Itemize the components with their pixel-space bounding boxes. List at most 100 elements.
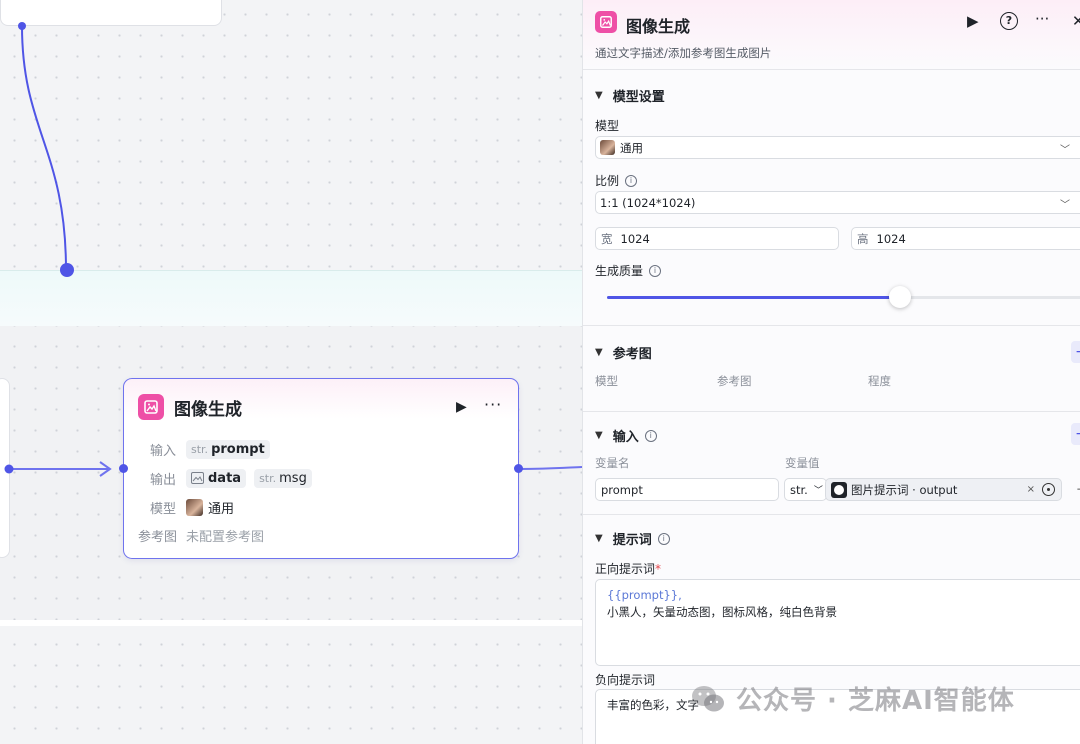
add-reference-button[interactable]: + xyxy=(1071,341,1080,363)
model-avatar xyxy=(186,498,203,516)
ref-col-image: 参考图 xyxy=(717,374,752,388)
wire-top xyxy=(21,25,67,271)
node-input-handle[interactable] xyxy=(119,464,128,473)
var-type-select[interactable]: str. ﹀ xyxy=(784,478,827,501)
node-ref-value: 未配置参考图 xyxy=(186,529,265,545)
chevron-down-icon: ▼ xyxy=(595,90,603,101)
chevron-down-icon: ﹀ xyxy=(813,486,823,496)
node-input-label: 输入 xyxy=(150,443,177,459)
quality-slider-fill xyxy=(607,296,900,299)
ratio-select-value: 1:1 (1024*1024) xyxy=(600,195,696,210)
info-icon[interactable]: i xyxy=(625,174,638,187)
positive-prompt-textarea[interactable]: {{prompt}}, 小黑人，矢量动态图，图标风格，纯白色背景 xyxy=(595,579,1080,666)
handle-top-out xyxy=(18,22,26,30)
node-config-panel: 图像生成 通过文字描述/添加参考图生成图片 ▶ ? ··· ✕ ▼ 模型设置 模型… xyxy=(582,0,1080,744)
negative-prompt-label: 负向提示词 xyxy=(595,673,656,687)
prompt-header[interactable]: ▼ 提示词 i xyxy=(595,529,670,548)
image-icon xyxy=(191,472,204,484)
node-more-button[interactable]: ··· xyxy=(484,395,502,414)
panel-description: 通过文字描述/添加参考图生成图片 xyxy=(595,46,772,60)
model-settings-header[interactable]: ▼ 模型设置 xyxy=(595,86,665,105)
connection-wires xyxy=(4,22,582,477)
wire-node-out xyxy=(519,466,582,470)
info-icon[interactable]: i xyxy=(657,532,670,545)
run-button[interactable]: ▶ xyxy=(967,12,979,30)
node-model-value: 通用 xyxy=(208,501,235,517)
close-button[interactable]: ✕ xyxy=(1072,12,1080,30)
input-var-name: prompt xyxy=(211,441,265,457)
var-name-input[interactable]: prompt xyxy=(595,478,779,501)
height-prefix: 高 xyxy=(857,231,869,246)
quality-label: 生成质量 i xyxy=(595,262,662,279)
quality-slider[interactable] xyxy=(607,286,1080,308)
help-icon[interactable]: ? xyxy=(1000,12,1018,30)
model-select[interactable]: 通用 ﹀ xyxy=(595,136,1080,159)
node-output-row: 输出 data str. msg xyxy=(138,467,320,489)
width-value: 1024 xyxy=(620,231,650,246)
node-output-label: 输出 xyxy=(150,472,177,488)
node-model-row: 模型 通用 xyxy=(138,496,234,518)
more-button[interactable]: ··· xyxy=(1035,10,1049,28)
var-type-value: str. xyxy=(790,482,808,497)
node-ref-row: 参考图 未配置参考图 xyxy=(138,524,264,546)
node-title: 图像生成 xyxy=(174,400,242,420)
width-input[interactable]: 宽 1024 xyxy=(595,227,839,250)
ref-col-model: 模型 xyxy=(595,374,618,388)
quality-label-text: 生成质量 xyxy=(595,264,644,278)
model-settings-section: ▼ 模型设置 模型 通用 ﹀ 比例 i 1:1 (1024*1024) ﹀ 宽 102… xyxy=(583,70,1080,326)
image-gen-node[interactable]: 图像生成 ▶ ··· 输入 str. prompt 输出 data str. msg… xyxy=(123,378,519,559)
handle-left-out xyxy=(4,464,14,474)
ref-col-strength: 程度 xyxy=(868,374,891,388)
var-ref-value: 图片提示词 · output xyxy=(851,482,958,497)
remove-var-icon[interactable]: − xyxy=(1076,482,1080,496)
section-title: 提示词 xyxy=(612,533,652,548)
input-chip: str. prompt xyxy=(186,439,270,459)
node-run-button[interactable]: ▶ xyxy=(456,399,467,415)
chevron-down-icon: ﹀ xyxy=(1060,200,1070,211)
output-msg-name: msg xyxy=(279,470,307,486)
output-data-name: data xyxy=(208,470,242,486)
height-input[interactable]: 高 1024 xyxy=(851,227,1080,250)
section-title: 输入 xyxy=(612,430,639,445)
reference-section: ▼ 参考图 + 模型 参考图 程度 xyxy=(583,326,1080,412)
section-title: 模型设置 xyxy=(612,90,665,105)
quality-slider-knob[interactable] xyxy=(889,286,911,308)
node-output-handle[interactable] xyxy=(514,464,523,473)
var-ref-select[interactable]: 图片提示词 · output × xyxy=(825,478,1062,501)
info-icon[interactable]: i xyxy=(649,264,662,277)
col-var-name: 变量名 xyxy=(595,456,630,470)
output-msg-chip: str. msg xyxy=(254,468,312,488)
target-icon[interactable] xyxy=(1042,483,1055,496)
model-label: 模型 xyxy=(595,119,620,133)
positive-label-text: 正向提示词 xyxy=(595,562,656,576)
workflow-canvas[interactable]: 图像生成 ▶ ··· 输入 str. prompt 输出 data str. msg… xyxy=(0,0,582,744)
add-input-button[interactable]: + xyxy=(1071,423,1080,445)
model-avatar xyxy=(600,140,615,155)
info-icon[interactable]: i xyxy=(644,429,657,442)
image-gen-icon xyxy=(138,394,164,420)
image-gen-icon xyxy=(595,11,617,33)
chevron-down-icon: ﹀ xyxy=(1060,145,1070,156)
panel-title: 图像生成 xyxy=(626,17,691,36)
model-select-value: 通用 xyxy=(620,140,643,155)
prompt-variable-token: {{prompt}}, xyxy=(607,588,682,602)
watermark: 公众号 · 芝麻AI智能体 xyxy=(690,680,1015,717)
handle-band-in xyxy=(60,263,74,277)
positive-prompt-text: 小黑人，矢量动态图，图标风格，纯白色背景 xyxy=(607,605,837,619)
node-input-row: 输入 str. prompt xyxy=(138,438,278,460)
node-ref-label: 参考图 xyxy=(138,529,178,545)
clear-icon[interactable]: × xyxy=(1027,484,1035,495)
ratio-select[interactable]: 1:1 (1024*1024) ﹀ xyxy=(595,191,1080,214)
ratio-label: 比例 i xyxy=(595,172,638,189)
positive-prompt-label: 正向提示词 * xyxy=(595,560,661,577)
output-data-chip: data xyxy=(186,468,247,488)
reference-header[interactable]: ▼ 参考图 xyxy=(595,343,652,362)
llm-node-icon xyxy=(831,481,847,498)
chevron-down-icon: ▼ xyxy=(595,533,603,544)
input-header[interactable]: ▼ 输入 i xyxy=(595,426,657,445)
watermark-text: 公众号 · 芝麻AI智能体 xyxy=(736,686,1015,716)
panel-header: 图像生成 通过文字描述/添加参考图生成图片 ▶ ? ··· ✕ xyxy=(583,0,1080,70)
type-tag: str. xyxy=(191,442,209,456)
ratio-label-text: 比例 xyxy=(595,174,620,188)
col-var-value: 变量值 xyxy=(785,456,820,470)
